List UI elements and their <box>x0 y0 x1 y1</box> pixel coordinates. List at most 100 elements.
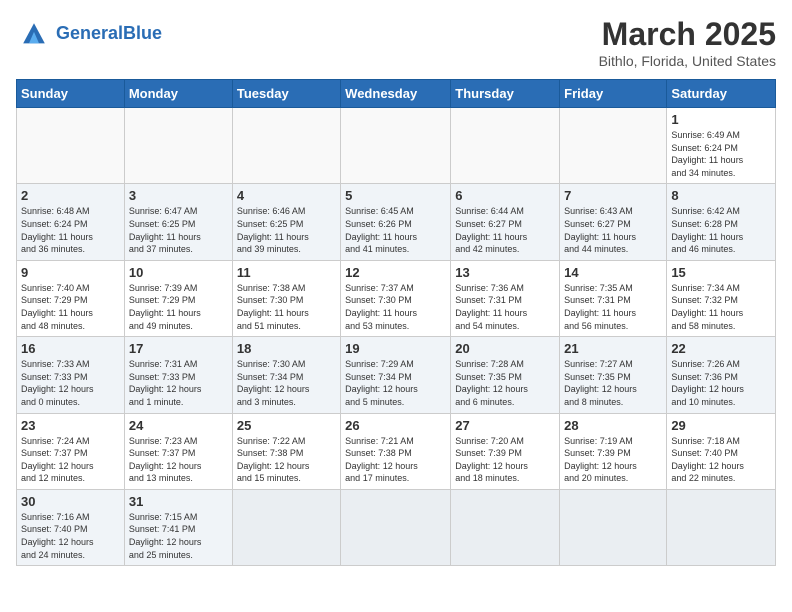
calendar-week-row: 23 Sunrise: 7:24 AM Sunset: 7:37 PM Dayli… <box>17 413 776 489</box>
day-info: Sunrise: 6:45 AM Sunset: 6:26 PM Dayligh… <box>345 205 446 255</box>
day-info: Sunrise: 6:48 AM Sunset: 6:24 PM Dayligh… <box>21 205 120 255</box>
day-info: Sunrise: 6:46 AM Sunset: 6:25 PM Dayligh… <box>237 205 336 255</box>
day-info: Sunrise: 7:34 AM Sunset: 7:32 PM Dayligh… <box>671 282 771 332</box>
day-info: Sunrise: 7:36 AM Sunset: 7:31 PM Dayligh… <box>455 282 555 332</box>
day-info: Sunrise: 7:39 AM Sunset: 7:29 PM Dayligh… <box>129 282 228 332</box>
day-number: 9 <box>21 265 120 280</box>
day-number: 28 <box>564 418 662 433</box>
weekday-header-thursday: Thursday <box>451 80 560 108</box>
location: Bithlo, Florida, United States <box>599 53 776 69</box>
calendar-week-row: 1Sunrise: 6:49 AM Sunset: 6:24 PM Daylig… <box>17 108 776 184</box>
day-info: Sunrise: 6:43 AM Sunset: 6:27 PM Dayligh… <box>564 205 662 255</box>
weekday-header-saturday: Saturday <box>667 80 776 108</box>
calendar-day-cell: 31 Sunrise: 7:15 AM Sunset: 7:41 PM Dayli… <box>124 489 232 565</box>
calendar-day-cell <box>232 108 340 184</box>
day-info: Sunrise: 7:16 AM Sunset: 7:40 PM Dayligh… <box>21 511 120 561</box>
calendar-day-cell: 24Sunrise: 7:23 AM Sunset: 7:37 PM Dayli… <box>124 413 232 489</box>
weekday-header-tuesday: Tuesday <box>232 80 340 108</box>
calendar-day-cell <box>124 108 232 184</box>
day-number: 31 <box>129 494 228 509</box>
day-number: 16 <box>21 341 120 356</box>
weekday-header-wednesday: Wednesday <box>341 80 451 108</box>
calendar-week-row: 2 Sunrise: 6:48 AM Sunset: 6:24 PM Daylig… <box>17 184 776 260</box>
day-info: Sunrise: 6:44 AM Sunset: 6:27 PM Dayligh… <box>455 205 555 255</box>
day-number: 14 <box>564 265 662 280</box>
calendar-day-cell <box>451 489 560 565</box>
day-number: 20 <box>455 341 555 356</box>
day-number: 19 <box>345 341 446 356</box>
calendar-table: SundayMondayTuesdayWednesdayThursdayFrid… <box>16 79 776 566</box>
calendar-day-cell: 30 Sunrise: 7:16 AM Sunset: 7:40 PM Dayli… <box>17 489 125 565</box>
calendar-day-cell: 1Sunrise: 6:49 AM Sunset: 6:24 PM Daylig… <box>667 108 776 184</box>
calendar-day-cell: 22 Sunrise: 7:26 AM Sunset: 7:36 PM Dayli… <box>667 337 776 413</box>
weekday-header-row: SundayMondayTuesdayWednesdayThursdayFrid… <box>17 80 776 108</box>
calendar-day-cell <box>341 108 451 184</box>
day-number: 6 <box>455 188 555 203</box>
day-number: 2 <box>21 188 120 203</box>
calendar-day-cell: 12Sunrise: 7:37 AM Sunset: 7:30 PM Dayli… <box>341 260 451 336</box>
calendar-day-cell: 11Sunrise: 7:38 AM Sunset: 7:30 PM Dayli… <box>232 260 340 336</box>
day-number: 29 <box>671 418 771 433</box>
day-info: Sunrise: 7:26 AM Sunset: 7:36 PM Dayligh… <box>671 358 771 408</box>
logo: GeneralBlue <box>16 16 162 52</box>
day-number: 30 <box>21 494 120 509</box>
calendar-day-cell: 25 Sunrise: 7:22 AM Sunset: 7:38 PM Dayli… <box>232 413 340 489</box>
day-number: 27 <box>455 418 555 433</box>
day-info: Sunrise: 7:28 AM Sunset: 7:35 PM Dayligh… <box>455 358 555 408</box>
calendar-day-cell: 27 Sunrise: 7:20 AM Sunset: 7:39 PM Dayli… <box>451 413 560 489</box>
day-info: Sunrise: 7:24 AM Sunset: 7:37 PM Dayligh… <box>21 435 120 485</box>
day-number: 5 <box>345 188 446 203</box>
day-number: 15 <box>671 265 771 280</box>
calendar-day-cell <box>232 489 340 565</box>
calendar-day-cell: 14Sunrise: 7:35 AM Sunset: 7:31 PM Dayli… <box>560 260 667 336</box>
calendar-day-cell: 17Sunrise: 7:31 AM Sunset: 7:33 PM Dayli… <box>124 337 232 413</box>
calendar-day-cell: 6 Sunrise: 6:44 AM Sunset: 6:27 PM Daylig… <box>451 184 560 260</box>
day-number: 21 <box>564 341 662 356</box>
day-info: Sunrise: 7:40 AM Sunset: 7:29 PM Dayligh… <box>21 282 120 332</box>
calendar-day-cell: 15 Sunrise: 7:34 AM Sunset: 7:32 PM Dayli… <box>667 260 776 336</box>
logo-general: General <box>56 23 123 43</box>
calendar-day-cell: 4Sunrise: 6:46 AM Sunset: 6:25 PM Daylig… <box>232 184 340 260</box>
calendar-day-cell: 10Sunrise: 7:39 AM Sunset: 7:29 PM Dayli… <box>124 260 232 336</box>
calendar-day-cell: 2 Sunrise: 6:48 AM Sunset: 6:24 PM Daylig… <box>17 184 125 260</box>
day-info: Sunrise: 7:29 AM Sunset: 7:34 PM Dayligh… <box>345 358 446 408</box>
day-info: Sunrise: 7:22 AM Sunset: 7:38 PM Dayligh… <box>237 435 336 485</box>
calendar-week-row: 16 Sunrise: 7:33 AM Sunset: 7:33 PM Dayli… <box>17 337 776 413</box>
calendar-week-row: 30 Sunrise: 7:16 AM Sunset: 7:40 PM Dayli… <box>17 489 776 565</box>
day-number: 24 <box>129 418 228 433</box>
day-info: Sunrise: 7:33 AM Sunset: 7:33 PM Dayligh… <box>21 358 120 408</box>
day-number: 18 <box>237 341 336 356</box>
day-info: Sunrise: 7:20 AM Sunset: 7:39 PM Dayligh… <box>455 435 555 485</box>
month-title: March 2025 <box>599 16 776 53</box>
day-number: 11 <box>237 265 336 280</box>
day-info: Sunrise: 7:21 AM Sunset: 7:38 PM Dayligh… <box>345 435 446 485</box>
day-number: 3 <box>129 188 228 203</box>
calendar-day-cell <box>667 489 776 565</box>
day-number: 23 <box>21 418 120 433</box>
calendar-day-cell: 8Sunrise: 6:42 AM Sunset: 6:28 PM Daylig… <box>667 184 776 260</box>
day-info: Sunrise: 6:47 AM Sunset: 6:25 PM Dayligh… <box>129 205 228 255</box>
calendar-day-cell: 5 Sunrise: 6:45 AM Sunset: 6:26 PM Daylig… <box>341 184 451 260</box>
day-info: Sunrise: 7:19 AM Sunset: 7:39 PM Dayligh… <box>564 435 662 485</box>
day-info: Sunrise: 7:30 AM Sunset: 7:34 PM Dayligh… <box>237 358 336 408</box>
calendar-day-cell: 3 Sunrise: 6:47 AM Sunset: 6:25 PM Daylig… <box>124 184 232 260</box>
day-number: 26 <box>345 418 446 433</box>
calendar-day-cell <box>560 489 667 565</box>
calendar-day-cell: 9 Sunrise: 7:40 AM Sunset: 7:29 PM Daylig… <box>17 260 125 336</box>
day-number: 7 <box>564 188 662 203</box>
generalblue-icon <box>16 16 52 52</box>
day-info: Sunrise: 7:18 AM Sunset: 7:40 PM Dayligh… <box>671 435 771 485</box>
day-info: Sunrise: 7:15 AM Sunset: 7:41 PM Dayligh… <box>129 511 228 561</box>
calendar-day-cell: 19 Sunrise: 7:29 AM Sunset: 7:34 PM Dayli… <box>341 337 451 413</box>
calendar-day-cell: 28 Sunrise: 7:19 AM Sunset: 7:39 PM Dayli… <box>560 413 667 489</box>
calendar-day-cell: 13Sunrise: 7:36 AM Sunset: 7:31 PM Dayli… <box>451 260 560 336</box>
calendar-day-cell <box>17 108 125 184</box>
day-number: 22 <box>671 341 771 356</box>
day-number: 25 <box>237 418 336 433</box>
day-info: Sunrise: 6:49 AM Sunset: 6:24 PM Dayligh… <box>671 129 771 179</box>
calendar-day-cell <box>341 489 451 565</box>
calendar-week-row: 9 Sunrise: 7:40 AM Sunset: 7:29 PM Daylig… <box>17 260 776 336</box>
logo-blue-text: Blue <box>123 23 162 43</box>
calendar-day-cell: 29 Sunrise: 7:18 AM Sunset: 7:40 PM Dayli… <box>667 413 776 489</box>
weekday-header-friday: Friday <box>560 80 667 108</box>
